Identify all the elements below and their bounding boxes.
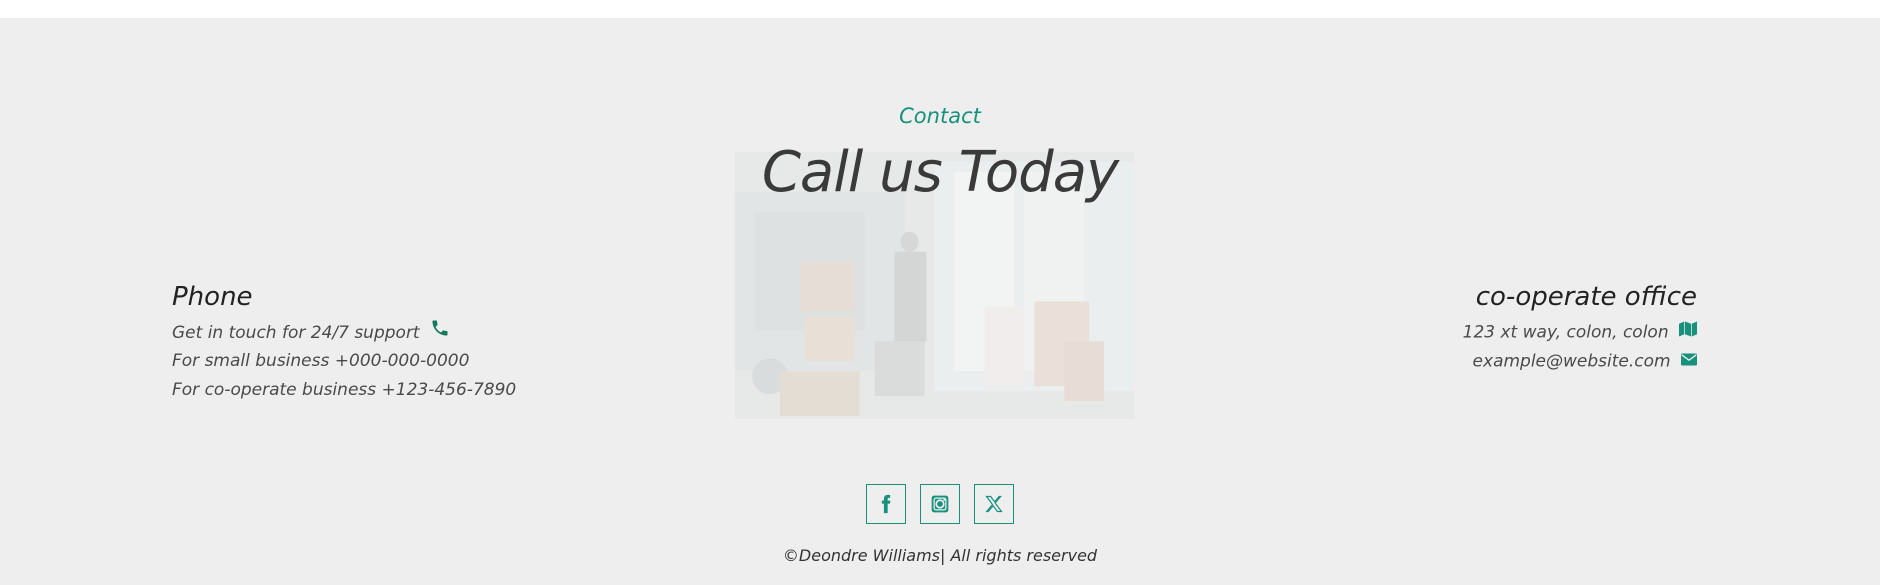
phone-title: Phone	[172, 282, 253, 312]
office-address: 123 xt way, colon, colon	[1463, 318, 1697, 347]
x-twitter-button[interactable]	[974, 484, 1014, 524]
social-links	[0, 484, 1880, 524]
office-email[interactable]: example@website.com	[1463, 347, 1697, 376]
office-column: co-operate office 123 xt way, colon, col…	[1463, 282, 1697, 376]
facebook-icon	[881, 494, 891, 514]
phone-line-support: Get in touch for 24/7 support	[172, 318, 516, 347]
instagram-button[interactable]	[920, 484, 960, 524]
envelope-icon	[1681, 347, 1697, 376]
phone-column: Phone Get in touch for 24/7 support For …	[172, 282, 516, 405]
map-icon	[1679, 318, 1697, 347]
office-title: co-operate office	[1475, 282, 1697, 312]
phone-line-support-text: Get in touch for 24/7 support	[172, 323, 420, 343]
section-heading: Call us Today	[761, 140, 1119, 205]
x-twitter-icon	[985, 495, 1003, 513]
office-address-text: 123 xt way, colon, colon	[1462, 322, 1669, 343]
copyright-text: ©Deondre Williams| All rights reserved	[782, 546, 1098, 565]
top-bar	[0, 0, 1880, 18]
facebook-button[interactable]	[866, 484, 906, 524]
phone-line-cooperate-business: For co-operate business +123-456-7890	[172, 380, 517, 400]
section-eyebrow: Contact	[899, 104, 981, 128]
instagram-icon	[931, 495, 949, 513]
phone-icon	[430, 318, 450, 348]
phone-line-small-business: For small business +000-000-0000	[172, 351, 470, 371]
office-email-text[interactable]: example@website.com	[1473, 352, 1671, 372]
